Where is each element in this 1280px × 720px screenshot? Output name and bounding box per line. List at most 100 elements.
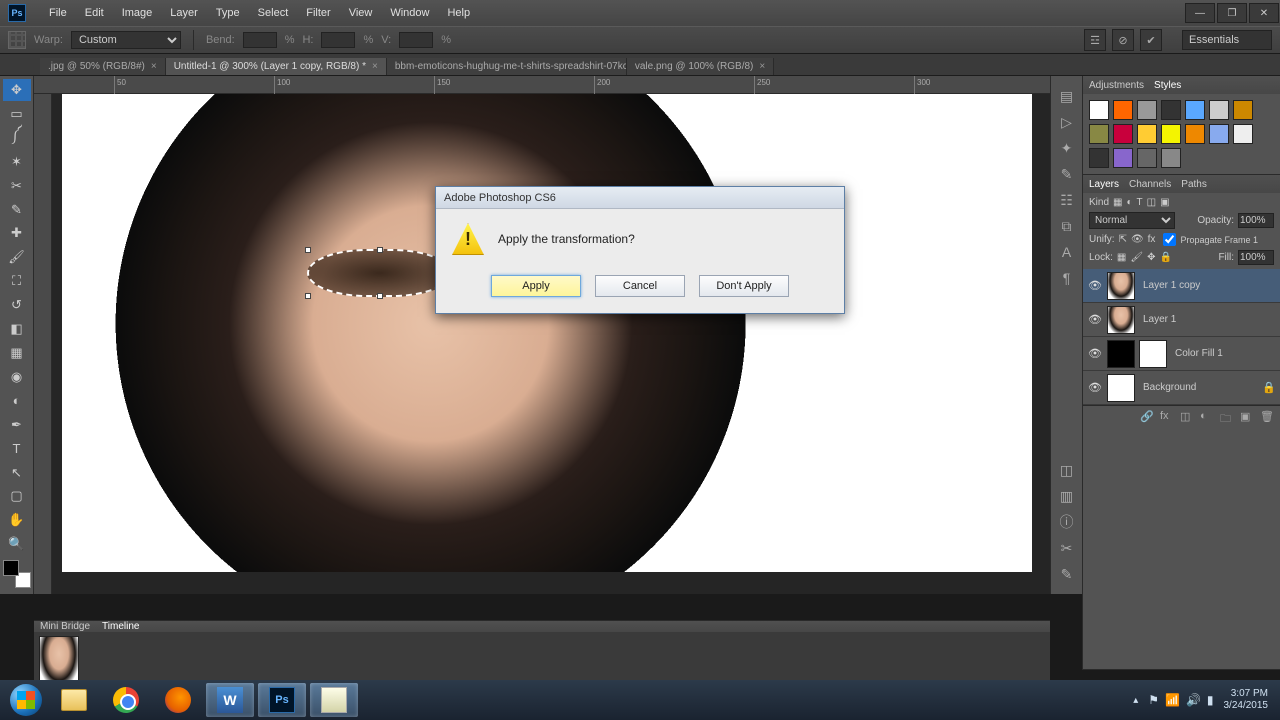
menu-select[interactable]: Select [249, 7, 298, 19]
chrome-taskbar-icon[interactable] [102, 683, 150, 717]
firefox-taskbar-icon[interactable] [154, 683, 202, 717]
visibility-toggle-icon[interactable]: 👁 [1087, 313, 1103, 326]
window-restore-icon[interactable]: ❐ [1217, 3, 1247, 23]
layer-thumbnail[interactable] [1107, 272, 1135, 300]
menu-layer[interactable]: Layer [161, 7, 207, 19]
type-tool-icon[interactable]: T [3, 438, 31, 460]
unify-style-icon[interactable]: fx [1148, 234, 1156, 245]
style-swatch[interactable] [1089, 124, 1109, 144]
dodge-tool-icon[interactable]: ◐ [3, 390, 31, 412]
lock-pixels-icon[interactable]: 🖌 [1130, 252, 1143, 263]
mini-bridge-tab[interactable]: Mini Bridge [40, 621, 90, 632]
style-swatch[interactable] [1089, 100, 1109, 120]
eraser-tool-icon[interactable]: ◧ [3, 318, 31, 340]
layer-name[interactable]: Background [1143, 382, 1196, 393]
healing-brush-tool-icon[interactable]: ✚ [3, 223, 31, 245]
info-panel-icon[interactable]: ⓘ [1055, 510, 1079, 534]
filter-type-icon[interactable]: T [1137, 197, 1143, 208]
blend-mode-select[interactable]: Normal [1089, 212, 1175, 229]
histogram-panel-icon[interactable]: ▥ [1055, 484, 1079, 508]
close-tab-icon[interactable]: × [372, 61, 378, 72]
show-hidden-icons-icon[interactable]: ▴ [1133, 695, 1138, 706]
h-input[interactable] [321, 32, 355, 48]
adjustment-layer-icon[interactable]: ◐ [1200, 410, 1214, 424]
style-swatch[interactable] [1137, 124, 1157, 144]
warp-mode-select[interactable]: Custom [71, 31, 181, 49]
style-swatch[interactable] [1113, 100, 1133, 120]
menu-edit[interactable]: Edit [76, 7, 113, 19]
visibility-toggle-icon[interactable]: 👁 [1087, 381, 1103, 394]
document-tab[interactable]: .jpg @ 50% (RGB/8#)× [40, 58, 166, 75]
dont-apply-button[interactable]: Don't Apply [699, 275, 789, 297]
brush-presets-icon[interactable]: ☷ [1055, 188, 1079, 212]
menu-view[interactable]: View [340, 7, 382, 19]
timeline-tab[interactable]: Timeline [102, 621, 139, 632]
horizontal-ruler[interactable]: 50 100 150 200 250 300 [34, 76, 1050, 94]
layer-group-icon[interactable]: 🗀 [1220, 410, 1234, 424]
style-swatch[interactable] [1161, 148, 1181, 168]
navigator-panel-icon[interactable]: ◫ [1055, 458, 1079, 482]
history-panel-icon[interactable]: ▤ [1055, 84, 1079, 108]
brush-tool-icon[interactable]: 🖌 [3, 246, 31, 268]
commit-transform-icon[interactable]: ✔ [1140, 29, 1162, 51]
unify-visibility-icon[interactable]: 👁 [1131, 234, 1144, 245]
menu-type[interactable]: Type [207, 7, 249, 19]
clone-source-icon[interactable]: ⧉ [1055, 214, 1079, 238]
volume-tray-icon[interactable]: 🔊 [1186, 693, 1201, 707]
document-tab[interactable]: Untitled-1 @ 300% (Layer 1 copy, RGB/8) … [166, 58, 387, 75]
word-taskbar-icon[interactable]: W [206, 683, 254, 717]
visibility-toggle-icon[interactable]: 👁 [1087, 347, 1103, 360]
layer-mask-thumbnail[interactable] [1139, 340, 1167, 368]
opacity-input[interactable] [1238, 213, 1274, 228]
layer-comps-icon[interactable]: ✂ [1055, 536, 1079, 560]
transform-selection[interactable] [307, 249, 452, 297]
cancel-transform-icon[interactable]: ⊘ [1112, 29, 1134, 51]
character-panel-icon[interactable]: A [1055, 240, 1079, 264]
color-swatches[interactable] [3, 560, 31, 588]
document-tab[interactable]: bbm-emoticons-hughug-me-t-shirts-spreads… [387, 58, 627, 75]
layer-mask-icon[interactable]: ◫ [1180, 410, 1194, 424]
layer-row[interactable]: 👁Layer 1 copy [1083, 269, 1280, 303]
paragraph-panel-icon[interactable]: ¶ [1055, 266, 1079, 290]
magic-wand-tool-icon[interactable]: ✶ [3, 151, 31, 173]
v-input[interactable] [399, 32, 433, 48]
unify-position-icon[interactable]: ⇱ [1119, 234, 1127, 245]
delete-layer-icon[interactable]: 🗑 [1260, 410, 1274, 424]
adjustments-tab[interactable]: Adjustments [1089, 80, 1144, 91]
clone-stamp-tool-icon[interactable]: ⛶ [3, 270, 31, 292]
lock-all-icon[interactable]: 🔒 [1159, 252, 1171, 263]
style-swatch[interactable] [1137, 100, 1157, 120]
workspace-switcher[interactable]: Essentials [1182, 30, 1272, 50]
lock-position-icon[interactable]: ✥ [1147, 252, 1155, 263]
style-swatch[interactable] [1233, 100, 1253, 120]
style-swatch[interactable] [1161, 100, 1181, 120]
layer-row[interactable]: 👁Background🔒 [1083, 371, 1280, 405]
path-select-tool-icon[interactable]: ↖ [3, 462, 31, 484]
visibility-toggle-icon[interactable]: 👁 [1087, 279, 1103, 292]
canvas[interactable] [52, 94, 1050, 594]
style-swatch[interactable] [1185, 100, 1205, 120]
bend-input[interactable] [243, 32, 277, 48]
layer-thumbnail[interactable] [1107, 340, 1135, 368]
photoshop-taskbar-icon[interactable]: Ps [258, 683, 306, 717]
explorer-taskbar-icon[interactable] [50, 683, 98, 717]
layer-thumbnail[interactable] [1107, 374, 1135, 402]
move-tool-icon[interactable]: ✥ [3, 79, 31, 101]
style-swatch[interactable] [1113, 124, 1133, 144]
warp-switch-icon[interactable]: ☲ [1084, 29, 1106, 51]
cancel-button[interactable]: Cancel [595, 275, 685, 297]
filter-adjust-icon[interactable]: ◐ [1126, 197, 1132, 208]
lasso-tool-icon[interactable]: ༼ [3, 127, 31, 149]
style-swatch[interactable] [1137, 148, 1157, 168]
fill-input[interactable] [1238, 250, 1274, 265]
system-clock[interactable]: 3:07 PM 3/24/2015 [1224, 688, 1269, 712]
layer-row[interactable]: 👁 Layer 1 [1083, 303, 1280, 337]
filter-shape-icon[interactable]: ◫ [1147, 197, 1156, 208]
history-brush-tool-icon[interactable]: ↺ [3, 294, 31, 316]
apply-button[interactable]: Apply [491, 275, 581, 297]
window-minimize-icon[interactable]: — [1185, 3, 1215, 23]
menu-filter[interactable]: Filter [297, 7, 339, 19]
layer-name[interactable]: Layer 1 [1143, 314, 1176, 325]
pen-tool-icon[interactable]: ✒ [3, 414, 31, 436]
notepad-taskbar-icon[interactable] [310, 683, 358, 717]
